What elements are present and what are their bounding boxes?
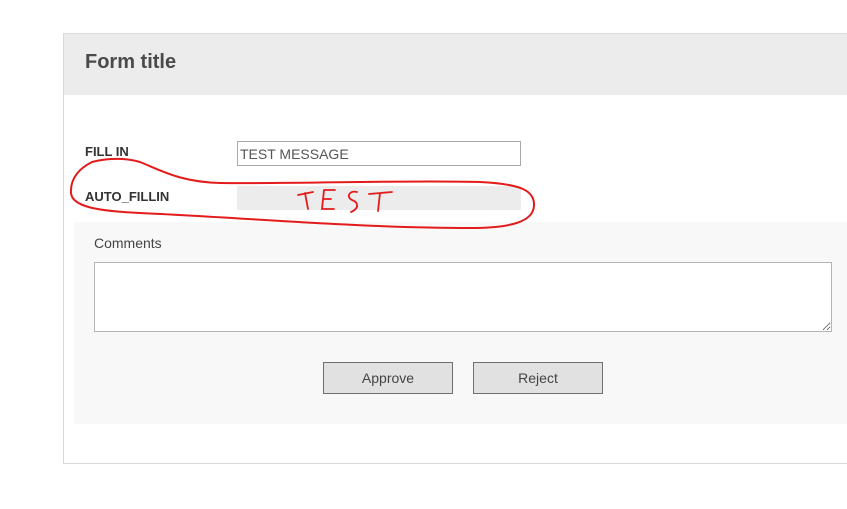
reject-button[interactable]: Reject [473, 362, 603, 394]
fill-in-label: FILL IN [85, 144, 129, 159]
auto-fillin-label: AUTO_FILLIN [85, 189, 170, 204]
comments-label: Comments [94, 235, 162, 251]
fill-in-input[interactable] [237, 141, 521, 166]
comments-section: Comments Approve Reject [74, 222, 847, 424]
form-header: Form title [64, 34, 847, 95]
form-title: Form title [85, 51, 177, 73]
form-panel: Form title FILL IN AUTO_FILLIN Comments … [63, 33, 847, 464]
comments-textarea[interactable] [94, 262, 832, 332]
approve-button[interactable]: Approve [323, 362, 453, 394]
auto-fillin-field [237, 186, 521, 210]
